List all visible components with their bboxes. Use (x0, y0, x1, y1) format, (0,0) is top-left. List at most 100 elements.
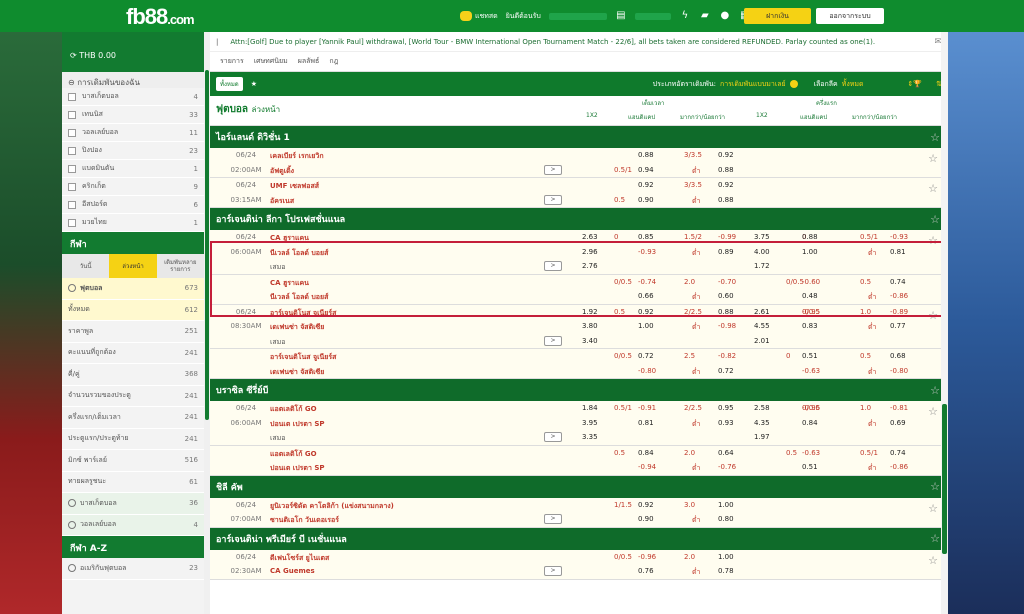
odds-alt-ft-ou[interactable]: -0.76 (718, 463, 736, 471)
odds-ht-1[interactable]: 2.58 (754, 404, 770, 412)
odds-ft-over[interactable]: 0.88 (718, 308, 734, 316)
odds-ft-hdp-away[interactable]: 0.76 (638, 567, 654, 575)
user-icon[interactable]: ● (719, 10, 731, 22)
odds-ft-hdp-home[interactable]: -0.91 (638, 404, 656, 412)
tab-early[interactable]: ล่วงหน้า (109, 254, 157, 278)
odds-ft-under[interactable]: 0.88 (718, 196, 734, 204)
away-team[interactable]: นีเวลล์ โอลด์ บอยส์ (270, 248, 328, 259)
odds-dropdown-icon[interactable] (789, 80, 798, 88)
odds-alt-ft-hdp[interactable]: -0.80 (638, 367, 656, 375)
odds-ft-over[interactable]: 1.00 (718, 553, 734, 561)
odds-alt-ht-hdp[interactable]: 0.51 (802, 352, 818, 360)
sidebar-item-american-football[interactable]: อเมริกันฟุตบอล 23 (62, 558, 204, 580)
checkbox[interactable] (68, 182, 76, 191)
away-team[interactable]: CA Guemes (270, 567, 315, 575)
odds-ft-hdp-home[interactable]: 0.92 (638, 501, 654, 509)
odds-ht-over[interactable]: -0.93 (890, 233, 908, 241)
odds-ft-over[interactable]: 0.92 (718, 151, 734, 159)
odds-ht-2[interactable]: 4.55 (754, 322, 770, 330)
sidebar-item-market[interactable]: ทายผลรูชนะ 61 (62, 472, 204, 493)
more-markets-button[interactable]: > (544, 261, 562, 271)
odds-ft-hdp-away[interactable]: 0.90 (638, 196, 654, 204)
home-team[interactable]: อาร์เจนติโนส จูเนียร์ส (270, 308, 336, 319)
alt-away-team[interactable]: ปอนเต เปรตา SP (270, 463, 325, 474)
odds-ft-under[interactable]: 0.89 (718, 248, 734, 256)
fb88-logo[interactable]: fb88.com (126, 4, 195, 30)
odds-ft-hdp-home[interactable]: 0.85 (638, 233, 654, 241)
league-header[interactable]: ชิลี คัพ ☆ (210, 475, 948, 498)
odds-ft-2[interactable]: 3.95 (582, 419, 598, 427)
promo-icon[interactable]: ▰ (699, 10, 711, 22)
sidebar-item-market[interactable]: จำนวนรวมของประตู 241 (62, 386, 204, 407)
odds-alt-ht-hdp[interactable]: 0.51 (802, 463, 818, 471)
home-team[interactable]: ยูนิเวอร์ซิดัด คาโตลิก้า (แข่งสนามกลาง) (270, 501, 394, 512)
odds-ht-draw[interactable]: 2.01 (754, 337, 770, 345)
odds-ft-1[interactable]: 1.92 (582, 308, 598, 316)
odds-ht-draw[interactable]: 1.72 (754, 262, 770, 270)
odds-ht-2[interactable]: 4.35 (754, 419, 770, 427)
odds-alt-ht-ou[interactable]: -0.80 (890, 367, 908, 375)
odds-ht-under[interactable]: 0.77 (890, 322, 906, 330)
sidebar-scroll-thumb[interactable] (205, 70, 209, 420)
odds-alt-ht-hdp[interactable]: -0.63 (802, 449, 820, 457)
more-markets-button[interactable]: > (544, 164, 562, 175)
more-markets-button[interactable]: > (544, 514, 562, 524)
favorite-star-icon[interactable]: ☆ (930, 480, 940, 493)
odds-ft-over[interactable]: 0.95 (718, 404, 734, 412)
home-team[interactable]: เคลเบียร์ เรกเยวิก (270, 151, 324, 162)
odds-alt-ft-ou[interactable]: 0.60 (718, 292, 734, 300)
checkbox[interactable] (68, 146, 76, 155)
odds-ht-hdp-home[interactable]: 0.88 (802, 233, 818, 241)
tab-today[interactable]: วันนี้ (62, 254, 110, 278)
odds-ft-hdp-home[interactable]: 0.92 (638, 308, 654, 316)
sidebar-item-market[interactable]: คะแนนที่ถูกต้อง 241 (62, 343, 204, 364)
nav-results[interactable]: ผลลัพธ์ (298, 56, 320, 67)
favorite-star-icon[interactable]: ☆ (930, 384, 940, 397)
sidebar-item-other-sport[interactable]: บาสเก็ตบอล 36 (62, 493, 204, 515)
checkbox[interactable] (68, 200, 76, 209)
checkbox[interactable] (68, 218, 76, 227)
sidebar-item-sport[interactable]: วอลเลย์บอล 11 (62, 124, 204, 142)
sidebar-item-sport[interactable]: ปิงปอง 23 (62, 142, 204, 160)
league-header[interactable]: บราซิล ซีรี่ย์บี ☆ (210, 379, 948, 401)
odds-type-select[interactable]: การเดิมพันแบบมาเลย์ (720, 79, 786, 90)
odds-alt-ht-hdp[interactable]: -0.63 (802, 367, 820, 375)
odds-alt-ht-ou[interactable]: 0.68 (890, 352, 906, 360)
alt-away-team[interactable]: นีเวลล์ โอลด์ บอยส์ (270, 292, 328, 303)
odds-ft-hdp-away[interactable]: -0.93 (638, 248, 656, 256)
sidebar-item-market[interactable]: คี่/คู่ 368 (62, 364, 204, 386)
odds-alt-ft-ou[interactable]: 0.72 (718, 367, 734, 375)
home-team[interactable]: ดีเฟนโซร์ส ยูไนเตส (270, 553, 329, 564)
odds-ft-1[interactable]: 2.63 (582, 233, 598, 241)
more-markets-button[interactable]: > (544, 566, 562, 576)
odds-ht-hdp-away[interactable]: 0.83 (802, 322, 818, 330)
main-scrollbar[interactable] (941, 32, 948, 614)
sidebar-item-market[interactable]: มิกซ์ พาร์เลย์ 516 (62, 450, 204, 472)
odds-alt-ht-ou[interactable]: 0.74 (890, 278, 906, 286)
logout-button[interactable]: ออกจากระบบ (816, 8, 884, 24)
league-header[interactable]: ไอร์แลนด์ ดิวิชั่น 1 ☆ (210, 126, 948, 148)
odds-ht-under[interactable]: 0.69 (890, 419, 906, 427)
odds-ft-hdp-home[interactable]: -0.96 (638, 553, 656, 561)
odds-ft-2[interactable]: 2.96 (582, 248, 598, 256)
home-team[interactable]: UMF เซลฟอสส์ (270, 181, 319, 192)
home-team[interactable]: แอตเลติโก้ GO (270, 404, 317, 415)
nav-decimal[interactable]: เศษทศนิยม (254, 56, 288, 67)
odds-ht-under[interactable]: 0.81 (890, 248, 906, 256)
tab-parlay[interactable]: เดิมพันหลายรายการ (156, 254, 204, 278)
odds-ft-hdp-away[interactable]: 0.81 (638, 419, 654, 427)
away-team[interactable]: เดเฟนซ่า จัสติเซีย (270, 322, 324, 333)
odds-alt-ft-hdp[interactable]: 0.84 (638, 449, 654, 457)
sidebar-item-other-sport[interactable]: วอลเลย์บอล 4 (62, 514, 204, 536)
away-team[interactable]: อัฟตูเดิ้ง (270, 166, 294, 177)
odds-ft-draw[interactable]: 2.76 (582, 262, 598, 270)
odds-alt-ht-ou[interactable]: -0.86 (890, 292, 908, 300)
odds-ht-draw[interactable]: 1.97 (754, 433, 770, 441)
wallet-icon[interactable]: ▤ (615, 10, 627, 22)
more-markets-button[interactable]: > (544, 335, 562, 346)
favorite-star-icon[interactable]: ☆ (930, 213, 940, 226)
odds-ft-under[interactable]: 0.78 (718, 567, 734, 575)
odds-ht-hdp-away[interactable]: 0.84 (802, 419, 818, 427)
odds-alt-ft-hdp[interactable]: -0.94 (638, 463, 656, 471)
more-markets-button[interactable]: > (544, 432, 562, 442)
